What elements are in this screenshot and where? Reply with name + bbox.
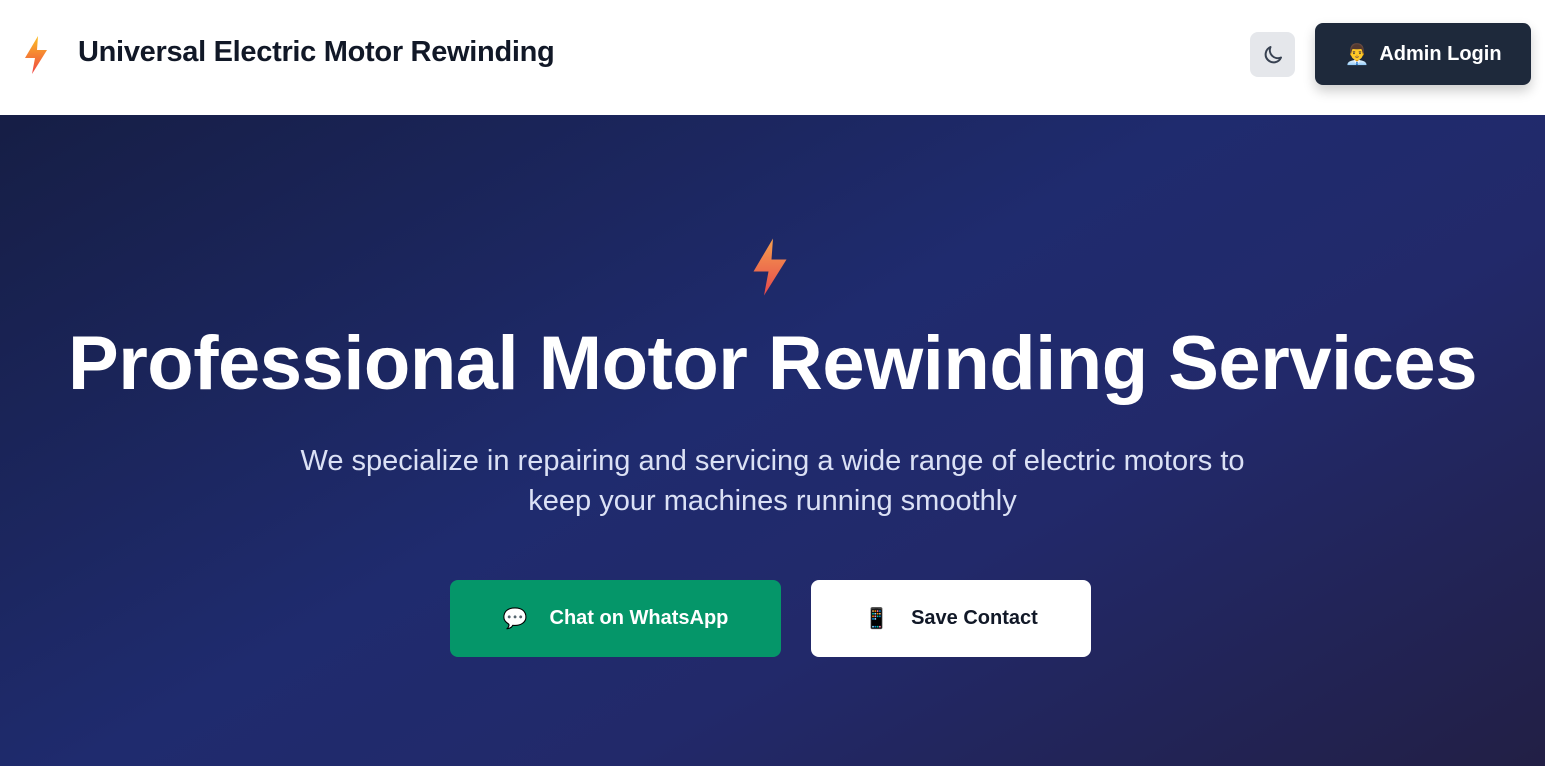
hero-subtitle: We specialize in repairing and servicing… xyxy=(0,441,1545,521)
mobile-phone-icon: 📱 xyxy=(864,608,890,630)
speech-bubble-icon: 💬 xyxy=(502,608,528,630)
moon-icon xyxy=(1264,45,1282,63)
admin-login-label: Admin Login xyxy=(1379,42,1502,65)
hero-title: Professional Motor Rewinding Services xyxy=(68,321,1477,406)
admin-login-button[interactable]: 👨‍💼 Admin Login xyxy=(1315,23,1531,85)
hero-subtitle-line: keep your machines running smoothly xyxy=(528,485,1017,517)
whatsapp-label: Chat on WhatsApp xyxy=(549,607,729,629)
site-title: Universal Electric Motor Rewinding xyxy=(78,36,555,68)
hero-section: Professional Motor Rewinding Services We… xyxy=(0,115,1545,766)
save-contact-label: Save Contact xyxy=(911,607,1038,629)
hero-subtitle-line: We specialize in repairing and servicing… xyxy=(300,445,1245,477)
site-header: Universal Electric Motor Rewinding 👨‍💼 A… xyxy=(0,0,1545,115)
admin-person-icon: 👨‍💼 xyxy=(1344,43,1370,66)
chat-on-whatsapp-button[interactable]: 💬 Chat on WhatsApp xyxy=(450,580,781,657)
theme-toggle-button[interactable] xyxy=(1250,32,1295,77)
lightning-bolt-logo-icon xyxy=(25,36,47,74)
save-contact-button[interactable]: 📱 Save Contact xyxy=(811,580,1091,657)
lightning-bolt-icon xyxy=(753,238,787,296)
